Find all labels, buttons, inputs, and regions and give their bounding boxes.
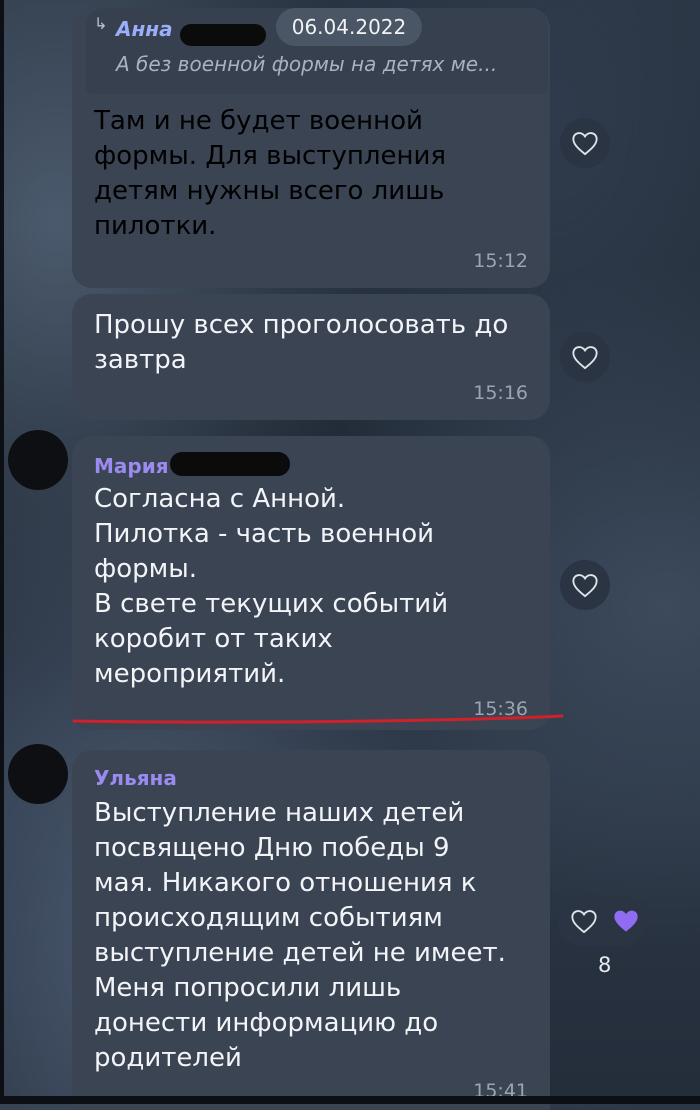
message-bubble-2[interactable]: Прошу всех проголосовать до завтра 15:16 <box>72 294 550 420</box>
message-text-4: Выступление наших детей посвящено Дню по… <box>94 798 506 1073</box>
heart-filled-icon[interactable] <box>612 907 640 934</box>
reaction-group[interactable] <box>558 896 648 946</box>
screen-edge-left <box>0 0 4 1104</box>
heart-outline-icon <box>572 574 598 598</box>
sender-name[interactable]: Мария <box>94 454 169 478</box>
message-text-3: Согласна с Анной. Пилотка - часть военно… <box>94 484 449 689</box>
reply-sender-name: Анна <box>116 17 173 41</box>
redaction-mark <box>170 452 290 476</box>
message-text-2: Прошу всех проголосовать до завтра <box>94 310 509 375</box>
reaction-button-1[interactable] <box>560 118 610 168</box>
message-time-1: 15:12 <box>473 250 528 272</box>
sender-name[interactable]: Ульяна <box>94 766 177 790</box>
reply-arrow-icon: ↳ <box>94 14 108 33</box>
reaction-button-2[interactable] <box>560 332 610 382</box>
message-bubble-4[interactable]: Ульяна Выступление наших детей посвящено… <box>72 750 550 1110</box>
redaction-mark <box>180 24 266 46</box>
reaction-count: 8 <box>598 953 612 977</box>
heart-outline-icon[interactable] <box>570 908 598 934</box>
red-underline-annotation <box>72 714 564 724</box>
message-time-2: 15:16 <box>473 382 528 404</box>
date-chip: 06.04.2022 <box>276 8 422 46</box>
avatar[interactable] <box>8 744 68 804</box>
heart-outline-icon <box>572 346 598 370</box>
heart-outline-icon <box>572 132 598 156</box>
message-bubble-3[interactable]: Мария Согласна с Анной. Пилотка - часть … <box>72 436 550 730</box>
reply-preview-text: А без военной формы на детях ме... <box>116 52 498 76</box>
avatar[interactable] <box>8 430 68 490</box>
message-text-1: Там и не будет военной формы. Для выступ… <box>94 106 446 241</box>
screen-edge-bottom <box>0 1096 700 1104</box>
reaction-button-3[interactable] <box>560 560 610 610</box>
